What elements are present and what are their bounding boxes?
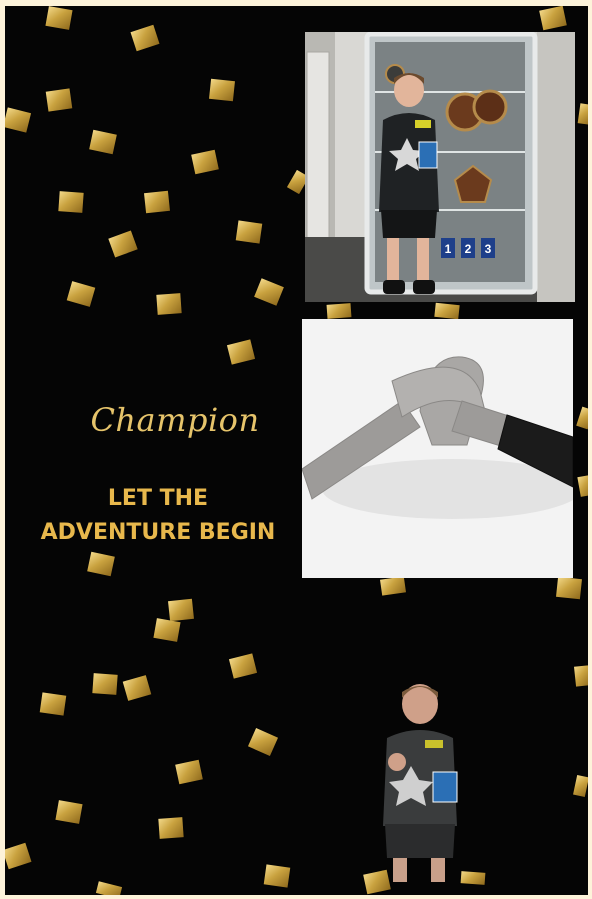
gold-confetti <box>153 618 181 642</box>
sticker-number-2: 2 <box>465 242 472 256</box>
gold-confetti <box>5 107 32 133</box>
gold-confetti <box>66 281 96 307</box>
gold-confetti <box>39 692 67 716</box>
gold-confetti <box>577 103 588 125</box>
grey-belt-photo <box>302 319 573 578</box>
gold-confetti <box>191 149 219 175</box>
champion-script-heading: Champion <box>90 401 260 439</box>
gold-confetti <box>5 842 32 870</box>
gold-confetti <box>45 88 73 112</box>
gold-confetti <box>254 278 284 306</box>
gold-confetti <box>434 302 460 320</box>
gold-confetti <box>235 220 263 244</box>
slogan-line-2: ADVENTURE BEGIN <box>40 520 276 545</box>
gold-confetti <box>45 6 73 30</box>
sticker-number-3: 3 <box>485 242 492 256</box>
gold-confetti <box>122 675 152 701</box>
gold-confetti <box>95 881 123 895</box>
gold-confetti <box>89 129 117 155</box>
gold-confetti <box>226 339 256 365</box>
gold-confetti <box>577 475 588 497</box>
gold-confetti <box>209 78 235 102</box>
child-cutout-photo <box>365 676 475 886</box>
gold-confetti <box>539 6 567 31</box>
gold-confetti <box>168 598 194 622</box>
gold-confetti <box>576 406 588 430</box>
slogan-line-1: LET THE <box>107 486 209 511</box>
gold-confetti <box>87 551 115 577</box>
gold-confetti <box>58 191 84 213</box>
gold-confetti <box>175 759 203 785</box>
gold-confetti <box>556 576 582 600</box>
gold-confetti <box>55 800 83 824</box>
gold-confetti <box>326 303 352 319</box>
slogan: LET THE ADVENTURE BEGIN <box>23 482 293 550</box>
trophy-cabinet-photo: 1 2 3 <box>305 32 575 302</box>
gold-confetti <box>144 190 170 214</box>
gold-confetti <box>247 727 279 757</box>
gold-confetti <box>573 774 588 798</box>
gold-confetti <box>380 576 406 596</box>
gold-confetti <box>92 673 118 695</box>
gold-confetti <box>573 665 588 687</box>
poster: Champion LET THE ADVENTURE BEGIN 1 2 3 <box>5 6 588 895</box>
gold-confetti <box>263 864 291 888</box>
gold-confetti <box>158 817 184 839</box>
sticker-number-1: 1 <box>445 242 452 256</box>
gold-confetti <box>156 293 182 315</box>
gold-confetti <box>228 653 258 679</box>
gold-confetti <box>108 230 138 258</box>
gold-confetti <box>130 24 160 52</box>
